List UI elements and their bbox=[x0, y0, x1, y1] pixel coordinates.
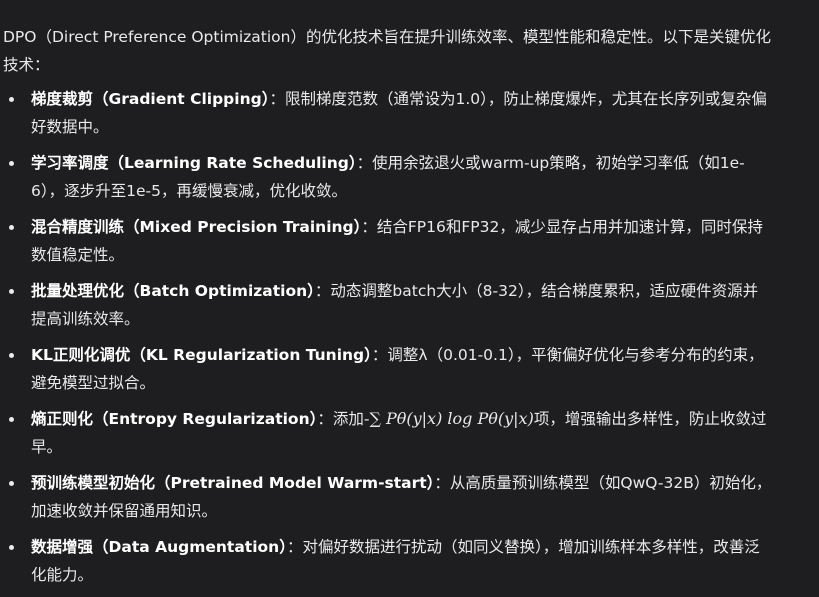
bullet-icon bbox=[9, 161, 14, 166]
list-item-batch-optimization: 批量处理优化（Batch Optimization）：动态调整batch大小（8… bbox=[3, 277, 773, 333]
bullet-icon bbox=[9, 225, 14, 230]
list-item-entropy-regularization: 熵正则化（Entropy Regularization）：添加-∑ Pθ(y|x… bbox=[3, 405, 773, 461]
list-item-kl-regularization: KL正则化调优（KL Regularization Tuning）：调整λ（0.… bbox=[3, 341, 773, 397]
item-term: 数据增强（Data Augmentation） bbox=[31, 538, 287, 556]
bullet-icon bbox=[9, 481, 14, 486]
item-term: 熵正则化（Entropy Regularization） bbox=[31, 410, 318, 428]
bullet-icon bbox=[9, 97, 14, 102]
entropy-formula: ∑ Pθ(y|x) log Pθ(y|x) bbox=[369, 409, 534, 428]
list-item-learning-rate-scheduling: 学习率调度（Learning Rate Scheduling）：使用余弦退火或w… bbox=[3, 149, 773, 205]
list-item-pretrained-warm-start: 预训练模型初始化（Pretrained Model Warm-start）：从高… bbox=[3, 469, 773, 525]
bullet-icon bbox=[9, 545, 14, 550]
intro-paragraph: DPO（Direct Preference Optimization）的优化技术… bbox=[3, 28, 771, 74]
list-item-data-augmentation: 数据增强（Data Augmentation）：对偏好数据进行扰动（如同义替换）… bbox=[3, 533, 773, 589]
item-term: 梯度裁剪（Gradient Clipping） bbox=[31, 90, 270, 108]
bullet-icon bbox=[9, 353, 14, 358]
item-term: 混合精度训练（Mixed Precision Training） bbox=[31, 218, 362, 236]
item-term: KL正则化调优（KL Regularization Tuning） bbox=[31, 346, 372, 364]
chat-message: DPO（Direct Preference Optimization）的优化技术… bbox=[3, 23, 773, 597]
bullet-icon bbox=[9, 289, 14, 294]
item-term: 学习率调度（Learning Rate Scheduling） bbox=[31, 154, 357, 172]
bullet-icon bbox=[9, 417, 14, 422]
list-item-gradient-clipping: 梯度裁剪（Gradient Clipping）：限制梯度范数（通常设为1.0），… bbox=[3, 85, 773, 141]
list-item-mixed-precision: 混合精度训练（Mixed Precision Training）：结合FP16和… bbox=[3, 213, 773, 269]
item-description-prefix: ：添加- bbox=[317, 410, 370, 428]
optimization-list: 梯度裁剪（Gradient Clipping）：限制梯度范数（通常设为1.0），… bbox=[3, 85, 773, 589]
item-term: 批量处理优化（Batch Optimization） bbox=[31, 282, 315, 300]
item-term: 预训练模型初始化（Pretrained Model Warm-start） bbox=[31, 474, 435, 492]
